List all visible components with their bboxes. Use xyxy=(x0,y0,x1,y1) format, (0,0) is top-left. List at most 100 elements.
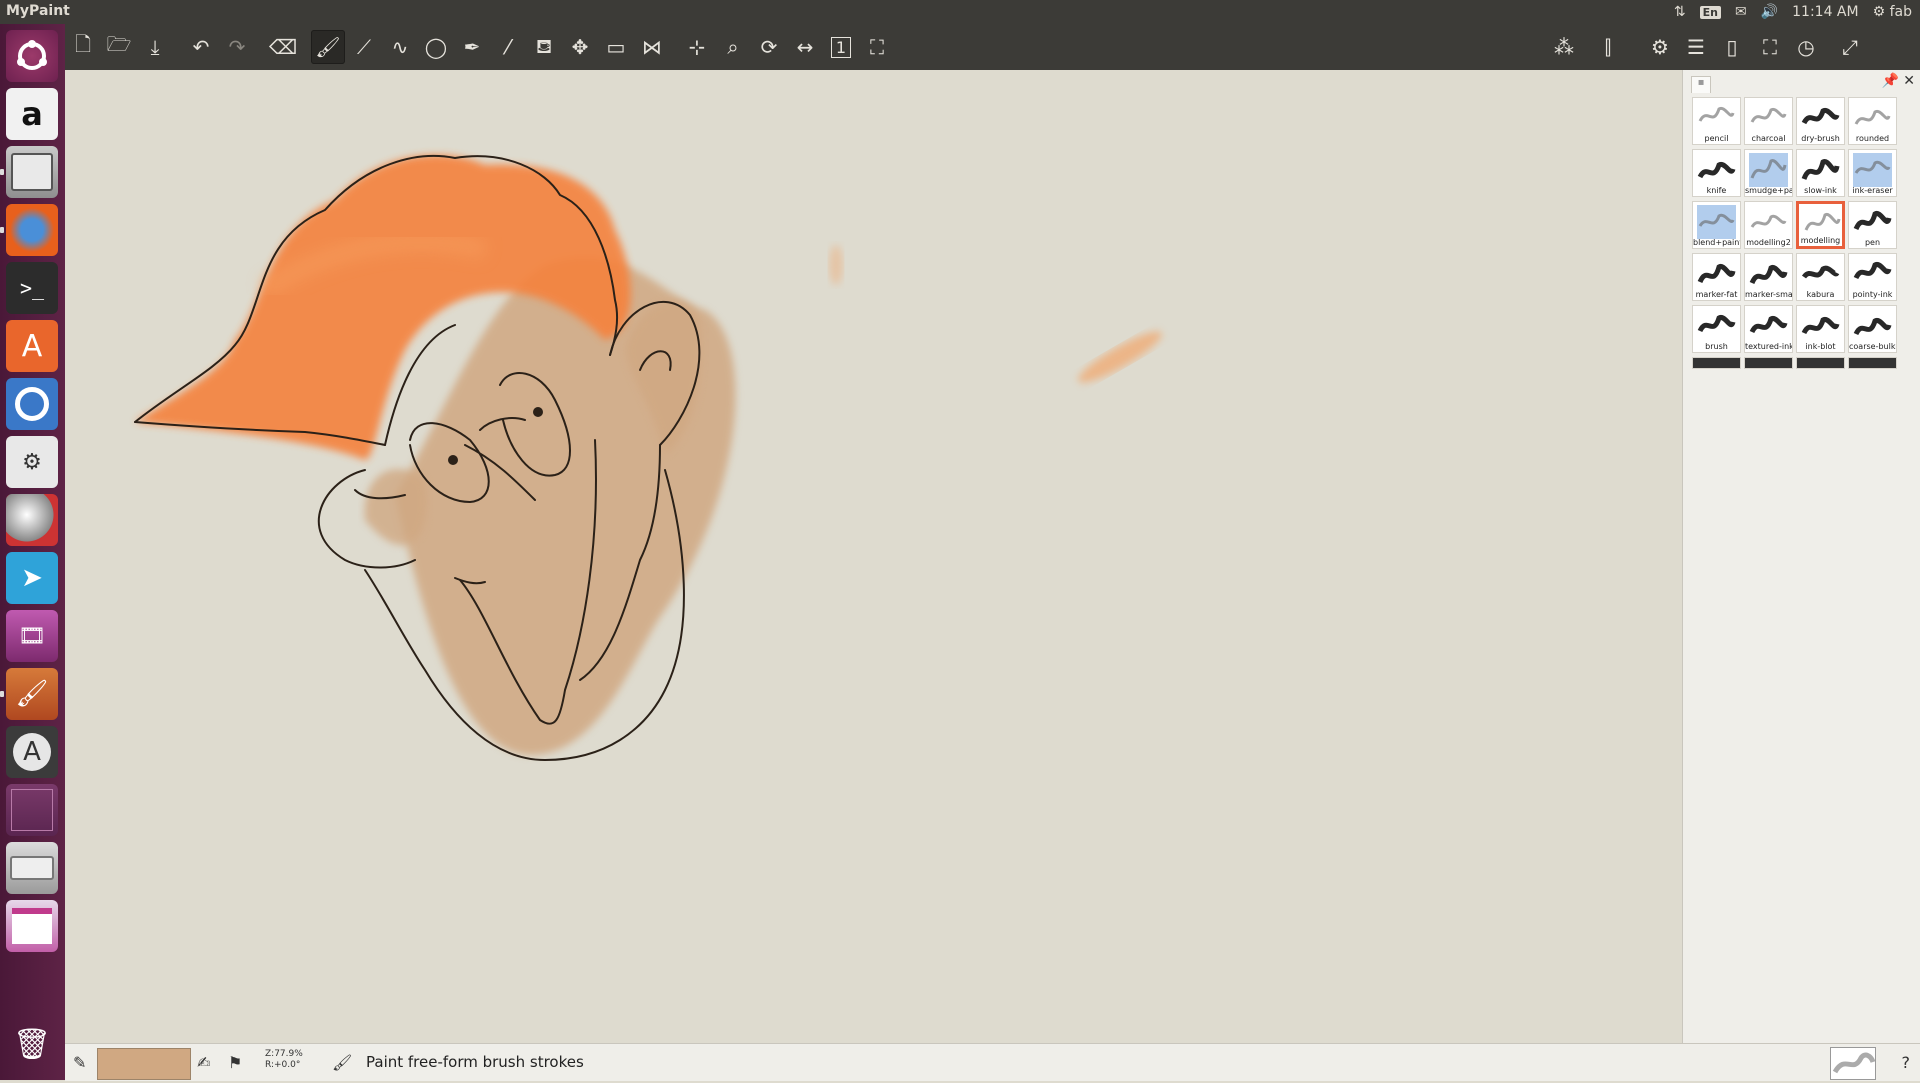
freehand-tool-button[interactable]: 🖌 xyxy=(311,30,345,64)
fullscreen-button[interactable]: ⛶ xyxy=(1753,30,1787,64)
close-panel-button[interactable]: ✕ xyxy=(1903,73,1915,89)
software-updater-launcher[interactable]: A xyxy=(6,726,58,778)
rotate-view-button[interactable]: ⟳ xyxy=(752,30,786,64)
mypaint-launcher[interactable]: 🖌 xyxy=(6,668,58,720)
close-icon: ✕ xyxy=(1903,73,1915,89)
brush-rounded[interactable]: rounded xyxy=(1848,97,1897,145)
preferences-button[interactable]: ⚙ xyxy=(1643,30,1677,64)
pick-button[interactable]: ⚑ xyxy=(228,1053,242,1072)
brush-partial[interactable] xyxy=(1796,357,1845,369)
brush-slow-ink[interactable]: slow-ink xyxy=(1796,149,1845,197)
flip-view-button[interactable]: ↔ xyxy=(788,30,822,64)
brush-ink-blot[interactable]: ink-blot xyxy=(1796,305,1845,353)
frame-tool-button[interactable]: ▭ xyxy=(599,30,633,64)
brush-pointy-ink[interactable]: pointy-ink xyxy=(1848,253,1897,301)
brush-coarse-bulk-3[interactable]: coarse-bulk-3 xyxy=(1848,305,1897,353)
pen-tool-button[interactable]: ✒ xyxy=(455,30,489,64)
brush-partial[interactable] xyxy=(1744,357,1793,369)
brush-stroke-sample xyxy=(1801,265,1840,279)
brush-partial[interactable] xyxy=(1692,357,1741,369)
brush-brush[interactable]: brush xyxy=(1692,305,1741,353)
files-launcher[interactable] xyxy=(6,146,58,198)
brush-textured-ink[interactable]: textured-ink xyxy=(1744,305,1793,353)
fill-tool-button[interactable]: ⛾ xyxy=(527,30,561,64)
brush-stroke-sample xyxy=(1749,153,1788,187)
brush-partial[interactable] xyxy=(1848,357,1897,369)
fit-view-button[interactable]: ⛶ xyxy=(860,30,894,64)
clock[interactable]: 11:14 AM xyxy=(1792,4,1858,20)
presentation-launcher[interactable] xyxy=(6,900,58,952)
brush-groups-button[interactable]: ⫿ xyxy=(1591,30,1625,64)
terminal-launcher[interactable]: >_ xyxy=(6,262,58,314)
drawing-canvas[interactable] xyxy=(65,70,1682,1043)
brush-blend-paint[interactable]: blend+paint xyxy=(1692,201,1741,249)
amazon-launcher[interactable]: a xyxy=(6,88,58,140)
brush-pen[interactable]: pen xyxy=(1848,201,1897,249)
ubuntu-dash-button[interactable] xyxy=(6,30,58,82)
firefox-launcher[interactable] xyxy=(6,204,58,256)
brush-marker-small[interactable]: marker-small xyxy=(1744,253,1793,301)
session-menu[interactable]: ⚙ fab xyxy=(1873,4,1912,20)
brush-charcoal[interactable]: charcoal xyxy=(1744,97,1793,145)
chromium-launcher[interactable] xyxy=(6,378,58,430)
presentation-icon xyxy=(12,908,52,944)
brush-pencil[interactable]: pencil xyxy=(1692,97,1741,145)
telegram-launcher[interactable]: ➤ xyxy=(6,552,58,604)
brush-label: textured-ink xyxy=(1745,342,1793,351)
inking-tool-button[interactable]: ⟋ xyxy=(347,30,381,64)
volume-icon[interactable]: 🔊 xyxy=(1761,4,1778,20)
brush-marker-fat[interactable]: marker-fat xyxy=(1692,253,1741,301)
mixer-launcher[interactable]: ⚙ xyxy=(6,436,58,488)
network-icon[interactable]: ⇅ xyxy=(1674,4,1686,20)
keyboard-language[interactable]: En xyxy=(1699,5,1721,19)
brush-stroke-sample xyxy=(1854,109,1891,125)
brush-icon: 🖌 xyxy=(315,35,341,59)
brush-dry-brush[interactable]: dry-brush xyxy=(1796,97,1845,145)
expand-button[interactable]: ⤢ xyxy=(1833,30,1867,64)
software-center-launcher[interactable]: A xyxy=(6,320,58,372)
scratchpad-button[interactable]: ▯ xyxy=(1715,30,1749,64)
redo-button[interactable]: ↷ xyxy=(220,30,254,64)
main-menu-button[interactable]: ☰ xyxy=(1679,30,1713,64)
zoom-view-button[interactable]: ⌕ xyxy=(716,30,750,64)
mail-icon[interactable]: ✉ xyxy=(1735,4,1747,20)
color-picker-button[interactable]: ⁄ xyxy=(491,30,525,64)
save-button[interactable]: ⤓ xyxy=(138,30,172,64)
ellipse-icon: ◯ xyxy=(424,35,448,59)
pan-view-button[interactable]: ⊹ xyxy=(680,30,714,64)
trash-launcher[interactable]: 🗑 xyxy=(6,1018,58,1070)
drive-launcher[interactable] xyxy=(6,842,58,894)
gear-icon: ⚙ xyxy=(1651,35,1669,59)
help-button[interactable]: ? xyxy=(1902,1053,1911,1072)
color-wheel-button[interactable]: ⁂ xyxy=(1547,30,1581,64)
hard-drive-icon xyxy=(10,856,54,880)
brush-smudge-paint[interactable]: smudge+paint xyxy=(1744,149,1793,197)
view-readout: Z:77.9% R:+0.0° xyxy=(265,1049,303,1071)
brush-modelling2[interactable]: modelling2 xyxy=(1744,201,1793,249)
open-button[interactable]: 🗁 xyxy=(102,30,136,64)
brush-ink-eraser[interactable]: ink-eraser xyxy=(1848,149,1897,197)
pin-panel-button[interactable]: 📌 xyxy=(1882,73,1899,89)
disk-usage-launcher[interactable] xyxy=(6,494,58,546)
paper-plane-icon: ➤ xyxy=(21,563,43,593)
brush-modelling[interactable]: modelling xyxy=(1796,201,1845,249)
ellipse-tool-button[interactable]: ◯ xyxy=(419,30,453,64)
undo-button[interactable]: ↶ xyxy=(184,30,218,64)
workspace-switcher[interactable] xyxy=(6,784,58,836)
brush-color-button[interactable]: ✎ xyxy=(73,1053,86,1072)
brush-edit-button[interactable]: ✍ xyxy=(197,1053,210,1072)
brush-preview[interactable] xyxy=(1830,1047,1876,1080)
history-button[interactable]: ◷ xyxy=(1789,30,1823,64)
move-layer-button[interactable]: ✥ xyxy=(563,30,597,64)
eraser-mode-button[interactable]: ⌫ xyxy=(266,30,300,64)
reset-zoom-button[interactable]: 1 xyxy=(824,30,858,64)
trash-icon: 🗑 xyxy=(12,1026,52,1062)
brush-kabura[interactable]: kabura xyxy=(1796,253,1845,301)
current-color-swatch[interactable] xyxy=(97,1048,191,1080)
brush-knife[interactable]: knife xyxy=(1692,149,1741,197)
symmetry-tool-button[interactable]: ⋈ xyxy=(635,30,669,64)
screen-recorder-launcher[interactable]: 🎞 xyxy=(6,610,58,662)
brush-tab[interactable]: ▪ xyxy=(1691,76,1711,93)
curve-tool-button[interactable]: ∿ xyxy=(383,30,417,64)
new-document-button[interactable]: 🗋 xyxy=(66,30,100,64)
